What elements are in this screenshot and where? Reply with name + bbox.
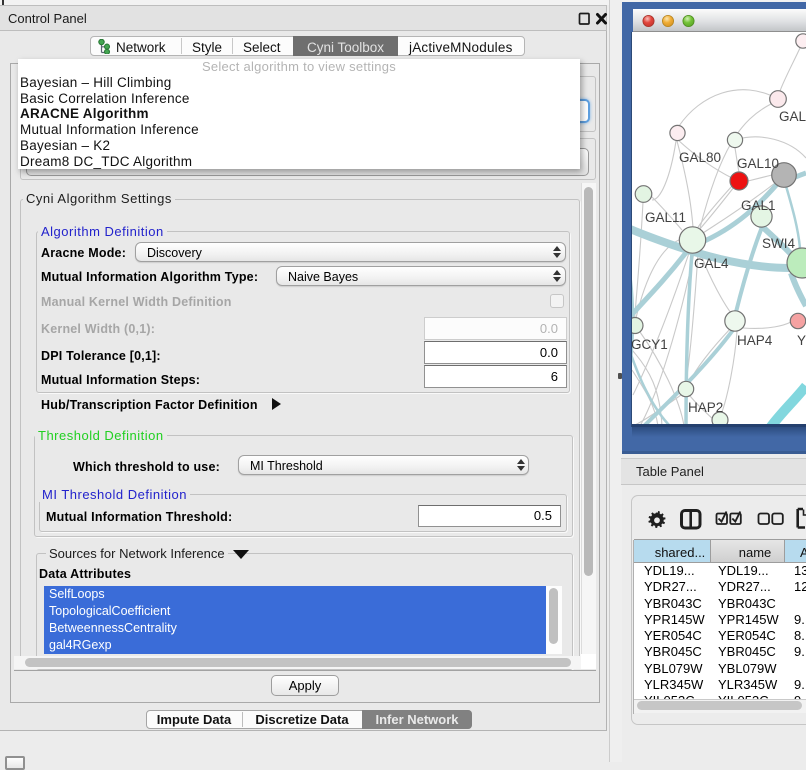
svg-text:GAL4: GAL4 (694, 256, 729, 271)
svg-text:HAP4: HAP4 (737, 333, 773, 348)
svg-text:YER: YER (797, 333, 806, 348)
svg-text:GAL10: GAL10 (737, 156, 779, 171)
svg-text:GCY1: GCY1 (632, 337, 668, 352)
svg-text:GAL1: GAL1 (741, 198, 776, 213)
svg-text:SWI4: SWI4 (762, 236, 795, 251)
svg-text:HAP2: HAP2 (688, 400, 723, 415)
svg-text:GAL80: GAL80 (679, 150, 721, 165)
svg-text:GAL2: GAL2 (779, 109, 806, 124)
svg-text:GAL11: GAL11 (645, 210, 686, 225)
